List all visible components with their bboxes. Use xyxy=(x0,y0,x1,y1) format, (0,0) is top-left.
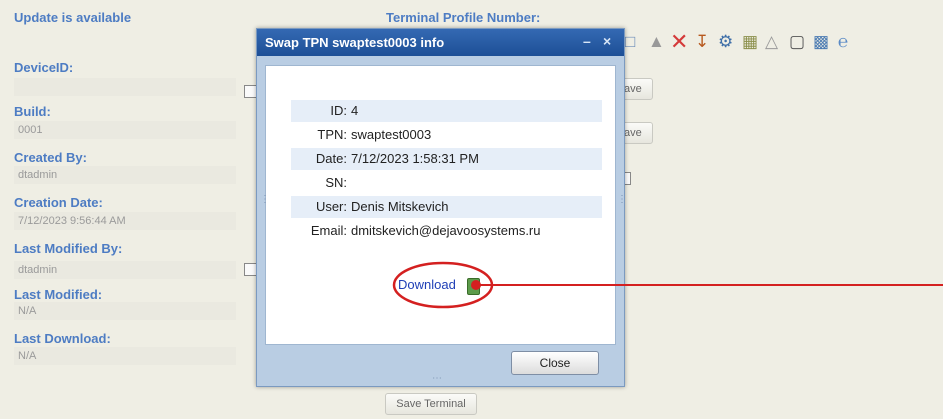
info-value: Denis Mitskevich xyxy=(351,199,449,214)
update-available-label: Update is available xyxy=(14,10,132,25)
minimize-icon[interactable]: – xyxy=(583,33,591,49)
info-row-user: User: Denis Mitskevich xyxy=(291,196,602,218)
package-icon[interactable]: ▦ xyxy=(742,32,758,52)
created-by-label: Created By: xyxy=(14,150,87,165)
download-link[interactable]: Download xyxy=(398,277,456,292)
info-row-email: Email: dmitskevich@dejavoosystems.ru xyxy=(291,220,602,242)
last-download-field[interactable]: N/A xyxy=(14,347,236,365)
last-modified-field[interactable]: N/A xyxy=(14,302,236,320)
copy-icon[interactable]: □ xyxy=(625,32,635,52)
build-label: Build: xyxy=(14,104,51,119)
save-terminal-button[interactable]: Save Terminal xyxy=(385,393,477,415)
info-row-date: Date: 7/12/2023 1:58:31 PM xyxy=(291,148,602,170)
settings-icon[interactable]: ⚙ xyxy=(718,32,733,52)
last-modified-by-field[interactable]: dtadmin xyxy=(14,261,236,279)
info-key: SN: xyxy=(325,175,347,190)
close-icon[interactable]: × xyxy=(603,33,611,49)
dialog-title: Swap TPN swaptest0003 info xyxy=(265,35,445,50)
last-download-label: Last Download: xyxy=(14,331,111,346)
resize-grip-icon[interactable]: ⋮ xyxy=(260,194,270,205)
download-icon[interactable]: ↧ xyxy=(695,32,709,52)
export-icon[interactable]: ▩ xyxy=(813,32,829,52)
info-row-tpn: TPN: swaptest0003 xyxy=(291,124,602,146)
square-icon[interactable]: ▢ xyxy=(789,32,805,52)
info-key: ID: xyxy=(330,103,347,118)
swap-tpn-info-dialog: Swap TPN swaptest0003 info – × ID: 4 TPN… xyxy=(256,28,627,387)
build-field[interactable]: 0001 xyxy=(14,121,236,139)
info-key: Email: xyxy=(310,223,347,238)
info-key: TPN: xyxy=(317,127,347,142)
last-modified-by-label: Last Modified By: xyxy=(14,241,123,256)
created-by-field[interactable]: dtadmin xyxy=(14,166,236,184)
info-row-sn: SN: xyxy=(291,172,602,194)
resize-grip-icon[interactable]: ⋯ xyxy=(432,373,442,384)
info-key: User: xyxy=(315,199,347,214)
creation-date-field[interactable]: 7/12/2023 9:56:44 AM xyxy=(14,212,236,230)
terminal-profile-number-label: Terminal Profile Number: xyxy=(386,10,541,25)
info-value: 7/12/2023 1:58:31 PM xyxy=(351,151,479,166)
dialog-content: ID: 4 TPN: swaptest0003 Date: 7/12/2023 … xyxy=(265,65,616,345)
device-id-label: DeviceID: xyxy=(14,60,74,75)
trash-icon[interactable]: ▲ xyxy=(648,32,665,52)
device-id-field[interactable] xyxy=(14,78,236,96)
ie-icon[interactable]: ℮ xyxy=(838,32,848,52)
resize-grip-icon[interactable]: ⋮ xyxy=(617,194,627,205)
info-key: Date: xyxy=(315,151,347,166)
info-row-id: ID: 4 xyxy=(291,100,602,122)
close-button[interactable]: Close xyxy=(511,351,599,375)
download-file-icon[interactable] xyxy=(467,278,480,295)
last-modified-label: Last Modified: xyxy=(14,287,103,302)
warning-icon[interactable]: △ xyxy=(765,32,778,52)
info-value: dmitskevich@dejavoosystems.ru xyxy=(351,223,541,238)
info-value: 4 xyxy=(351,103,359,118)
info-value: swaptest0003 xyxy=(351,127,432,142)
creation-date-label: Creation Date: xyxy=(14,195,103,210)
delete-x-icon[interactable]: ✕ xyxy=(670,31,688,53)
dialog-titlebar[interactable]: Swap TPN swaptest0003 info – × xyxy=(257,29,624,56)
